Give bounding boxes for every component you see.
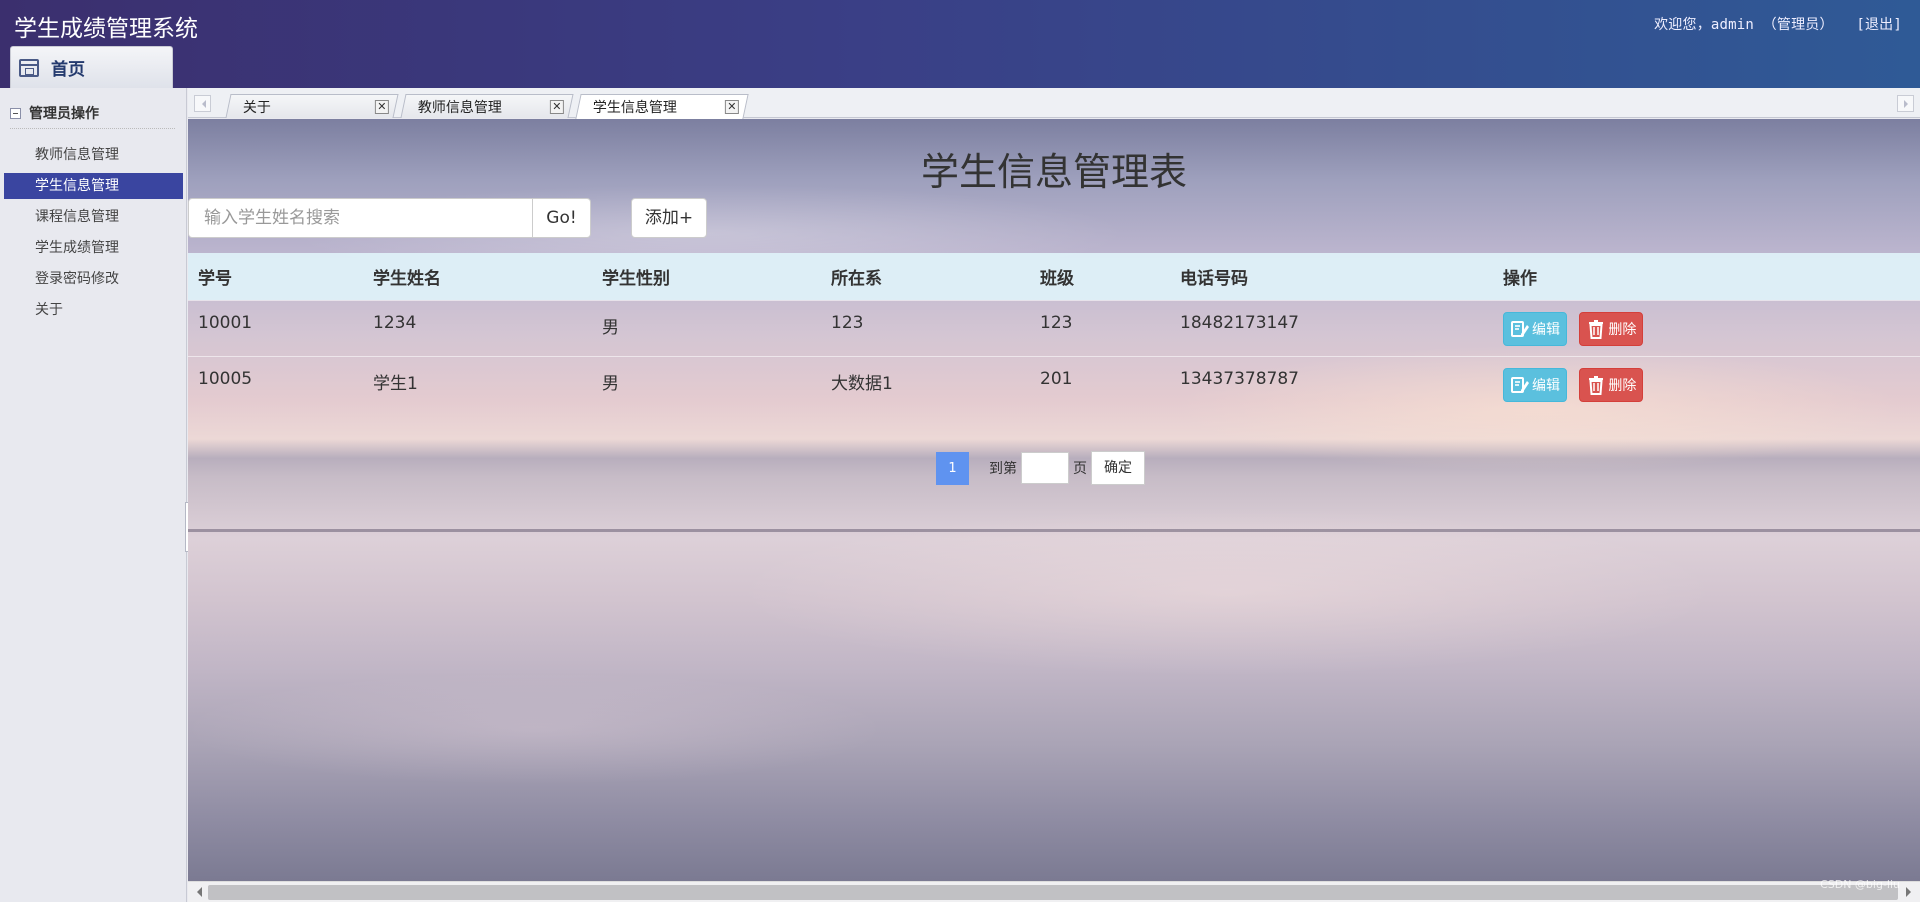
confirm-button[interactable]: 确定 — [1091, 451, 1145, 485]
cell-dept: 大数据1 — [831, 373, 893, 394]
sidebar: 管理员操作 教师信息管理 学生信息管理 课程信息管理 学生成绩管理 登录密码修改… — [0, 88, 193, 902]
delete-button[interactable]: 删除 — [1579, 311, 1644, 346]
tab-label: 教师信息管理 — [417, 99, 502, 116]
sidebar-group-header[interactable]: 管理员操作 — [10, 103, 99, 123]
column-header: 所在系 — [831, 268, 882, 289]
add-button[interactable]: 添加+ — [631, 198, 707, 238]
cell-actions: 编辑 删除 — [1493, 300, 1920, 356]
scrollbar-thumb[interactable] — [208, 885, 1898, 900]
cell-gender: 男 — [602, 317, 619, 338]
cell-class: 201 — [1040, 368, 1073, 389]
tab-bar: 关于 ✕ 教师信息管理 ✕ 学生信息管理 ✕ — [188, 88, 1920, 119]
pagination: 1 到第 页 确定 — [936, 451, 1145, 485]
edit-label: 编辑 — [1532, 377, 1560, 394]
horizontal-scrollbar[interactable] — [188, 881, 1920, 902]
sidebar-item-course-info[interactable]: 课程信息管理 — [4, 204, 183, 230]
close-icon[interactable]: ✕ — [549, 100, 564, 114]
delete-label: 删除 — [1608, 377, 1637, 394]
tab-student-info[interactable]: 学生信息管理 ✕ — [575, 94, 749, 119]
delete-button[interactable]: 删除 — [1579, 367, 1644, 402]
page-title: 学生信息管理表 — [920, 150, 1187, 194]
cell-class: 123 — [1040, 312, 1073, 333]
tab-about[interactable]: 关于 ✕ — [225, 94, 399, 118]
sidebar-divider — [10, 128, 175, 129]
scroll-right-arrow-icon[interactable] — [1906, 887, 1916, 897]
cell-phone: 18482173147 — [1180, 312, 1299, 333]
sidebar-item-student-grades[interactable]: 学生成绩管理 — [4, 235, 183, 261]
goto-page-input[interactable] — [1021, 452, 1069, 484]
cell-dept: 123 — [831, 312, 864, 333]
logout-link[interactable]: [退出] — [1856, 17, 1902, 33]
tab-label: 学生信息管理 — [592, 100, 677, 116]
trash-icon — [1589, 319, 1604, 339]
column-header: 电话号码 — [1180, 268, 1248, 289]
goto-prefix: 到第 — [989, 461, 1017, 477]
scroll-left-arrow-icon[interactable] — [192, 887, 202, 897]
app-title: 学生成绩管理系统 — [14, 16, 198, 42]
go-button[interactable]: Go! — [532, 198, 591, 238]
search-input[interactable] — [188, 198, 533, 238]
trash-icon — [1589, 375, 1604, 395]
edit-icon — [1511, 376, 1529, 393]
tab-teacher-info[interactable]: 教师信息管理 ✕ — [400, 94, 574, 118]
cell-actions: 编辑 删除 — [1493, 356, 1920, 412]
close-icon[interactable]: ✕ — [724, 100, 739, 114]
tab-scroll-left-icon[interactable] — [194, 95, 211, 112]
main-area: 关于 ✕ 教师信息管理 ✕ 学生信息管理 ✕ 学生信息管理表 Go! 添加+ — [188, 88, 1920, 902]
cell-name: 学生1 — [373, 373, 418, 394]
page-number-current[interactable]: 1 — [936, 451, 969, 485]
cell-name: 1234 — [373, 312, 417, 333]
column-header: 班级 — [1040, 268, 1074, 289]
sidebar-group-label: 管理员操作 — [29, 106, 99, 122]
top-header: 学生成绩管理系统 欢迎您，admin （管理员） [退出] 首页 — [0, 0, 1920, 88]
sidebar-item-teacher-info[interactable]: 教师信息管理 — [4, 142, 183, 168]
sidebar-menu: 教师信息管理 学生信息管理 课程信息管理 学生成绩管理 登录密码修改 关于 — [4, 142, 183, 328]
collapse-minus-icon[interactable] — [10, 107, 21, 119]
tab-label: 关于 — [242, 99, 271, 116]
cell-gender: 男 — [602, 373, 619, 394]
sidebar-item-about[interactable]: 关于 — [4, 297, 183, 323]
goto-suffix: 页 — [1073, 461, 1087, 477]
edit-button[interactable]: 编辑 — [1503, 367, 1567, 402]
table-row: 10005 学生1 男 大数据1 201 13437378787 编辑 删除 — [188, 356, 1920, 412]
table-header-row: 学号 学生姓名 学生性别 所在系 班级 电话号码 操作 — [188, 253, 1920, 300]
content-panel: 学生信息管理表 Go! 添加+ 学号 学生姓名 学生性别 所在系 班级 电话号码… — [188, 119, 1920, 881]
delete-label: 删除 — [1608, 321, 1637, 338]
watermark: CSDN @big-liu — [1820, 878, 1900, 891]
edit-icon — [1511, 320, 1529, 337]
column-header: 学生性别 — [602, 268, 670, 289]
column-header: 操作 — [1503, 268, 1537, 289]
column-header: 学生姓名 — [373, 268, 441, 289]
close-icon[interactable]: ✕ — [374, 100, 389, 114]
cell-id: 10001 — [198, 312, 253, 333]
welcome-text: 欢迎您，admin （管理员） — [1654, 17, 1834, 33]
student-table: 学号 学生姓名 学生性别 所在系 班级 电话号码 操作 10001 1234 男… — [188, 253, 1920, 412]
sidebar-item-change-password[interactable]: 登录密码修改 — [4, 266, 183, 292]
cell-id: 10005 — [198, 368, 253, 389]
welcome-bar: 欢迎您，admin （管理员） [退出] — [1654, 14, 1902, 34]
table-row: 10001 1234 男 123 123 18482173147 编辑 删除 — [188, 300, 1920, 356]
tab-scroll-right-icon[interactable] — [1897, 95, 1914, 112]
column-header: 学号 — [198, 268, 232, 289]
home-window-icon — [19, 58, 39, 77]
home-tab[interactable]: 首页 — [10, 46, 173, 88]
home-tab-label: 首页 — [51, 60, 85, 80]
cell-phone: 13437378787 — [1180, 368, 1299, 389]
edit-label: 编辑 — [1532, 321, 1560, 338]
sidebar-item-student-info[interactable]: 学生信息管理 — [4, 173, 183, 199]
edit-button[interactable]: 编辑 — [1503, 311, 1567, 346]
